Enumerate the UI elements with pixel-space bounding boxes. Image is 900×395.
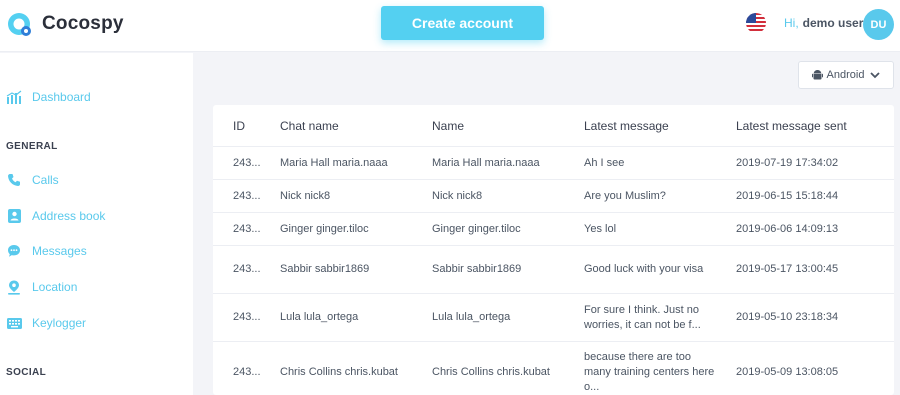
column-header-chat-name[interactable]: Chat name xyxy=(280,119,432,133)
cell-id: 243... xyxy=(233,156,261,169)
cell-name: Nick nick8 xyxy=(432,189,483,202)
table-row[interactable]: 243... Chris Collins chris.kubat Chris C… xyxy=(213,342,894,395)
column-header-id[interactable]: ID xyxy=(213,119,280,133)
device-selector[interactable]: Android xyxy=(798,61,894,89)
cell-name: Sabbir sabbir1869 xyxy=(432,263,522,275)
sidebar-item-dashboard[interactable]: Dashboard xyxy=(6,89,91,105)
cell-id: 243... xyxy=(233,366,261,378)
cell-latest-message: Good luck with your visa xyxy=(584,263,704,275)
location-pin-icon xyxy=(6,279,22,295)
cell-id: 243... xyxy=(233,263,261,275)
sidebar-item-keylogger[interactable]: Keylogger xyxy=(6,315,86,331)
cell-latest-message-sent: 2019-06-15 15:18:44 xyxy=(736,189,839,202)
brand-logo[interactable]: Cocospy xyxy=(6,10,124,38)
cell-latest-message-sent: 2019-05-17 13:00:45 xyxy=(736,263,839,275)
cell-latest-message: Yes lol xyxy=(584,222,617,235)
table-row[interactable]: 243... Lula lula_ortega Lula lula_ortega… xyxy=(213,294,894,342)
cell-chat-name: Chris Collins chris.kubat xyxy=(280,366,398,378)
phone-icon xyxy=(6,172,22,188)
sidebar-item-label: Messages xyxy=(32,244,87,258)
sidebar-item-label: Keylogger xyxy=(32,316,87,330)
section-title-social: SOCIAL xyxy=(6,367,47,378)
top-header: Cocospy Create account Hi, demo user DU xyxy=(0,0,900,52)
cell-chat-name: Lula lula_ortega xyxy=(280,311,359,323)
sidebar-item-calls[interactable]: Calls xyxy=(6,172,59,188)
table-row[interactable]: 243... Sabbir sabbir1869 Sabbir sabbir18… xyxy=(213,246,894,294)
greeting-text: Hi, xyxy=(784,16,799,30)
cell-id: 243... xyxy=(233,311,261,323)
sidebar-item-label: Address book xyxy=(32,209,106,223)
chevron-down-icon xyxy=(870,71,881,79)
section-title-general: GENERAL xyxy=(6,141,58,152)
avatar[interactable]: DU xyxy=(863,9,894,40)
sidebar: Dashboard GENERAL Calls Address book Mes… xyxy=(0,53,193,395)
cell-latest-message-sent: 2019-05-10 23:18:34 xyxy=(736,311,839,323)
cell-name: Ginger ginger.tiloc xyxy=(432,222,521,235)
cell-chat-name: Sabbir sabbir1869 xyxy=(280,263,370,275)
table-row[interactable]: 243... Nick nick8 Nick nick8 Are you Mus… xyxy=(213,180,894,213)
android-icon xyxy=(811,69,823,81)
cell-chat-name: Ginger ginger.tiloc xyxy=(280,222,369,235)
us-flag-icon[interactable] xyxy=(746,13,766,33)
cell-id: 243... xyxy=(233,222,261,235)
cell-name: Lula lula_ortega xyxy=(432,311,511,323)
brand-name: Cocospy xyxy=(42,13,124,34)
sidebar-item-location[interactable]: Location xyxy=(6,279,77,295)
table-header: ID Chat name Name Latest message Latest … xyxy=(213,105,894,147)
chats-table: ID Chat name Name Latest message Latest … xyxy=(213,105,894,395)
cocospy-logo-icon xyxy=(6,10,34,38)
sidebar-item-label: Dashboard xyxy=(32,90,91,104)
user-greeting: Hi, demo user xyxy=(784,16,863,30)
table-row[interactable]: 243... Ginger ginger.tiloc Ginger ginger… xyxy=(213,213,894,246)
device-selected-label: Android xyxy=(826,69,865,81)
column-header-latest-message-sent[interactable]: Latest message sent xyxy=(736,119,894,133)
cell-chat-name: Nick nick8 xyxy=(280,189,331,202)
cell-latest-message-sent: 2019-06-06 14:09:13 xyxy=(736,222,839,235)
cell-latest-message: Ah I see xyxy=(584,156,625,169)
keyboard-icon xyxy=(6,315,22,331)
sidebar-item-messages[interactable]: Messages xyxy=(6,243,87,259)
contacts-icon xyxy=(6,208,22,224)
sidebar-item-label: Calls xyxy=(32,173,59,187)
user-name[interactable]: demo user xyxy=(803,16,864,30)
column-header-latest-message[interactable]: Latest message xyxy=(584,119,736,133)
cell-chat-name: Maria Hall maria.naaa xyxy=(280,156,388,169)
cell-name: Maria Hall maria.naaa xyxy=(432,156,540,169)
create-account-button[interactable]: Create account xyxy=(381,6,544,40)
sidebar-item-label: Location xyxy=(32,280,78,294)
cell-id: 243... xyxy=(233,189,261,202)
dashboard-chart-icon xyxy=(6,89,22,105)
cell-latest-message: because there are too many training cent… xyxy=(584,351,715,393)
table-row[interactable]: 243... Maria Hall maria.naaa Maria Hall … xyxy=(213,147,894,180)
cell-name: Chris Collins chris.kubat xyxy=(432,366,550,378)
column-header-name[interactable]: Name xyxy=(432,119,584,133)
cell-latest-message: Are you Muslim? xyxy=(584,189,666,202)
cell-latest-message-sent: 2019-07-19 17:34:02 xyxy=(736,156,839,169)
messages-icon xyxy=(6,243,22,259)
cell-latest-message: For sure I think. Just no worries, it ca… xyxy=(584,303,701,331)
sidebar-item-address-book[interactable]: Address book xyxy=(6,208,105,224)
cell-latest-message-sent: 2019-05-09 13:08:05 xyxy=(736,366,839,378)
